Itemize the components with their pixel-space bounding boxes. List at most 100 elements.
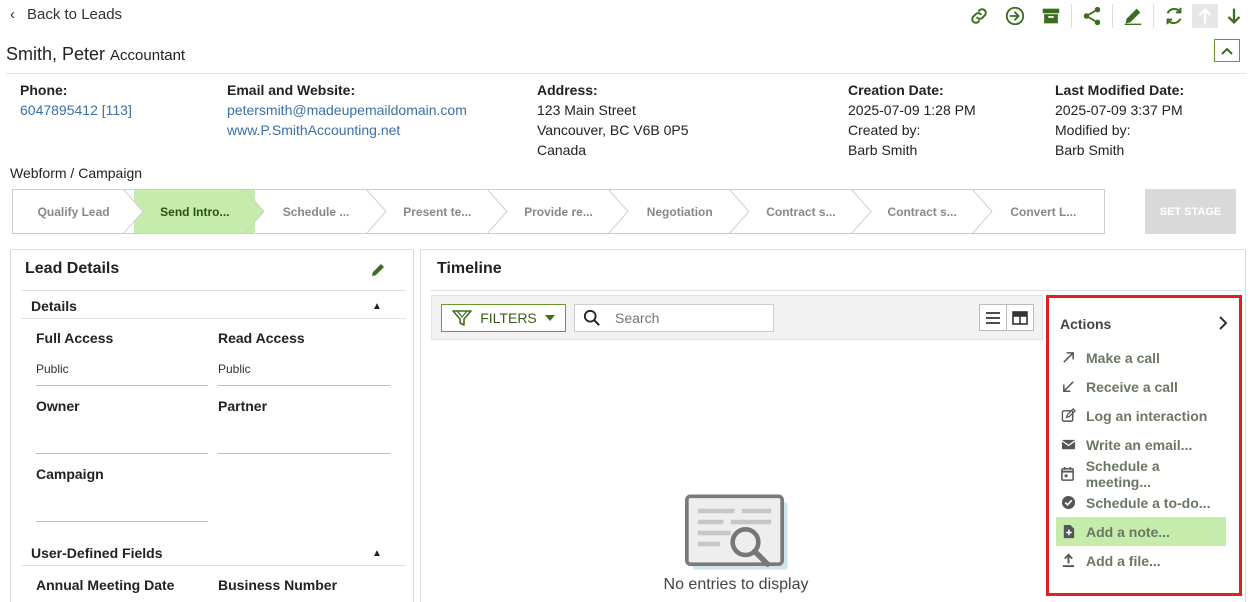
stage-label: Convert L... (1010, 204, 1077, 219)
edit-pencil-icon[interactable] (1115, 4, 1151, 28)
lead-details-title: Lead Details (25, 260, 120, 277)
read-access-value: Public (218, 362, 251, 376)
chevron-up-icon (1221, 47, 1233, 55)
action-add-a-file[interactable]: Add a file... (1056, 546, 1226, 575)
action-write-an-email[interactable]: Write an email... (1056, 430, 1226, 459)
edit-pencil-icon[interactable] (369, 261, 387, 279)
search-icon (583, 309, 600, 326)
stage-1[interactable]: Qualify Lead (13, 190, 144, 233)
stage-3[interactable]: Schedule ... (255, 190, 387, 233)
stage-arrow (365, 190, 387, 233)
website-link[interactable]: www.P.SmithAccounting.net (227, 120, 467, 140)
created-by: Barb Smith (848, 142, 918, 158)
action-log-an-interaction[interactable]: Log an interaction (1056, 401, 1226, 430)
header-divider (6, 73, 1246, 74)
stage-2[interactable]: Send Intro... (134, 190, 266, 233)
chevron-right-icon[interactable] (1216, 314, 1230, 332)
caret-down-icon (544, 315, 555, 321)
address-column: Address: 123 Main Street Vancouver, BC V… (537, 80, 689, 160)
upload-icon (1060, 553, 1076, 569)
udf-section-header[interactable]: User-Defined Fields (31, 545, 162, 561)
action-make-a-call[interactable]: Make a call (1056, 343, 1226, 372)
panel-divider (21, 290, 406, 291)
archive-icon[interactable] (1033, 4, 1069, 28)
campaign-field[interactable] (36, 521, 208, 522)
stage-arrow (244, 190, 266, 233)
creation-date-label: Creation Date: (848, 82, 944, 98)
creation-column: Creation Date: 2025-07-09 1:28 PM Create… (848, 80, 976, 160)
stage-7[interactable]: Contract s... (740, 190, 872, 233)
share-icon[interactable] (1074, 4, 1110, 28)
action-receive-a-call[interactable]: Receive a call (1056, 372, 1226, 401)
back-label: Back to Leads (27, 6, 123, 23)
read-access-label: Read Access (218, 330, 305, 346)
stage-6[interactable]: Negotiation (619, 190, 750, 233)
action-label: Add a note... (1086, 523, 1170, 540)
modified-by: Barb Smith (1055, 142, 1125, 158)
action-label: Add a file... (1086, 552, 1161, 569)
created-by-label: Created by: (848, 122, 921, 138)
modified-column: Last Modified Date: 2025-07-09 3:37 PM M… (1055, 80, 1184, 160)
toolbar-divider (1153, 4, 1154, 28)
stage-4[interactable]: Present te... (376, 190, 508, 233)
stage-label: Negotiation (646, 204, 713, 219)
lead-details-panel: Lead Details Details ▲ Full Access Read … (10, 249, 414, 602)
outgoing-call-icon (1060, 350, 1076, 366)
action-label: Log an interaction (1086, 407, 1208, 424)
lead-name: Smith, Peter (6, 44, 106, 64)
timeline-search[interactable] (574, 304, 774, 332)
calendar-icon (1060, 466, 1076, 482)
empty-document-search-icon (685, 494, 788, 570)
stage-label: Contract s... (887, 204, 957, 219)
stage-5[interactable]: Provide re... (497, 190, 629, 233)
set-stage-button[interactable]: SET STAGE (1145, 189, 1236, 234)
action-add-a-note[interactable]: Add a note... (1056, 517, 1226, 546)
email-website-column: Email and Website: petersmith@madeupemai… (227, 80, 467, 140)
stage-arrow (486, 190, 508, 233)
refresh-icon[interactable] (1156, 4, 1192, 28)
email-link[interactable]: petersmith@madeupemaildomain.com (227, 100, 467, 120)
arrow-down-icon[interactable] (1222, 4, 1246, 28)
action-label: Schedule a to-do... (1086, 494, 1211, 511)
envelope-icon (1060, 437, 1076, 453)
view-toggle (979, 304, 1034, 331)
action-schedule-a-to-do[interactable]: Schedule a to-do... (1056, 488, 1226, 517)
table-view-icon[interactable] (1006, 305, 1033, 330)
annual-meeting-date-label: Annual Meeting Date (36, 577, 175, 593)
arrow-up-icon[interactable] (1192, 4, 1218, 28)
actions-title: Actions (1060, 316, 1112, 332)
toolbar-divider (1112, 4, 1113, 28)
filters-button[interactable]: FILTERS (441, 304, 566, 332)
stage-arrow (850, 190, 872, 233)
action-schedule-a-meeting[interactable]: Schedule a meeting... (1056, 458, 1226, 490)
stage-label: Provide re... (524, 204, 593, 219)
stage-8[interactable]: Contract s... (861, 190, 993, 233)
timeline-title: Timeline (437, 260, 502, 277)
search-input[interactable] (615, 310, 765, 326)
stage-label: Qualify Lead (37, 204, 110, 219)
address-line3: Canada (537, 142, 587, 158)
stage-arrow (971, 190, 993, 233)
collapse-header-button[interactable] (1214, 39, 1240, 62)
stage-9[interactable]: Convert L... (982, 190, 1104, 233)
convert-arrow-icon[interactable] (997, 4, 1033, 28)
stage-arrow (608, 190, 629, 233)
phone-link[interactable]: 6047895412 [113] (20, 100, 132, 120)
business-number-label: Business Number (218, 577, 338, 593)
owner-field[interactable] (36, 453, 208, 454)
modified-date-label: Last Modified Date: (1055, 82, 1185, 98)
collapse-triangle-icon[interactable]: ▲ (372, 548, 382, 559)
partner-field[interactable] (218, 453, 390, 454)
action-label: Make a call (1086, 349, 1160, 366)
lead-job-title: Accountant (110, 47, 186, 64)
link-icon[interactable] (961, 4, 997, 28)
chevron-left-icon: ‹ (10, 6, 15, 23)
stage-label: Schedule ... (282, 204, 350, 219)
collapse-triangle-icon[interactable]: ▲ (372, 301, 382, 312)
timeline-filter-bar: FILTERS (431, 295, 1043, 340)
back-to-leads-link[interactable]: ‹ Back to Leads (10, 6, 122, 23)
list-view-icon[interactable] (980, 305, 1006, 330)
campaign-label: Campaign (36, 466, 104, 482)
actions-panel: Actions Make a call Receive a call Log an … (1046, 295, 1242, 596)
details-section-header[interactable]: Details (31, 298, 77, 314)
